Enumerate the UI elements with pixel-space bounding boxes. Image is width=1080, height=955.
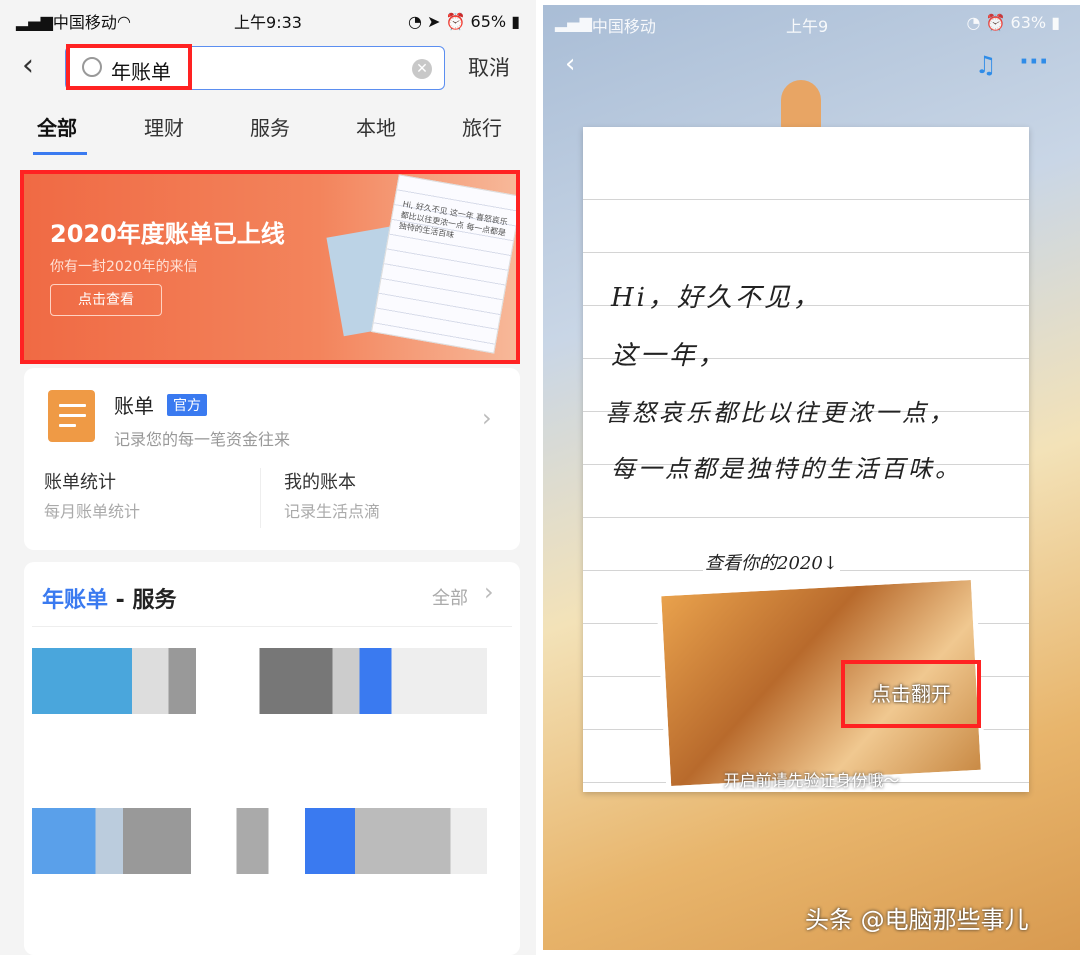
title-highlight: 年账单: [42, 588, 109, 613]
battery: ◔ ⏰ 63% ▮: [966, 13, 1060, 32]
bill-desc: 记录您的每一笔资金往来: [114, 430, 291, 449]
bill-title[interactable]: 账单: [114, 390, 154, 419]
clock: 上午9: [785, 17, 829, 36]
letter-screen: ▂▄▆ 中国移动 上午9 ◔ ⏰ 63% ▮ ‹ ♫ ··· Hi，好久不见， …: [543, 5, 1080, 950]
tab-local[interactable]: 本地: [356, 112, 396, 141]
tab-travel[interactable]: 旅行: [462, 112, 502, 141]
link-title: 我的账本: [284, 472, 356, 493]
status-bar: ▂▄▆ 中国移动 上午9 ◔ ⏰ 63% ▮: [555, 13, 1060, 37]
view-2020-label: 查看你的2020↓: [703, 549, 840, 575]
link-sub: 每月账单统计: [44, 502, 141, 521]
back-button[interactable]: ‹: [565, 49, 575, 79]
music-icon[interactable]: ♫: [975, 51, 997, 79]
divider: [32, 626, 512, 627]
link-title: 账单统计: [44, 472, 116, 493]
more-icon[interactable]: ···: [1019, 47, 1049, 77]
signal-icon: ▂▄▆: [555, 13, 592, 32]
letter-line: 喜怒哀乐都比以往更浓一点，: [605, 399, 956, 427]
banner-title: 2020年度账单已上线: [50, 220, 285, 248]
clock: 上午9:33: [234, 13, 302, 32]
status-bar: ▂▄▆ 中国移动 ◠ 上午9:33 ◔ ➤ ⏰ 65% ▮: [16, 10, 520, 33]
lamp-illustration: [781, 80, 821, 130]
official-badge: 官方: [167, 394, 207, 416]
carrier: 中国移动: [591, 17, 656, 36]
verify-note: 开启前请先验证身份哦～: [723, 771, 900, 790]
letter-line: Hi，好久不见，: [611, 283, 822, 313]
all-services-link[interactable]: 全部: [432, 584, 468, 610]
battery-percent: 63%: [1010, 13, 1047, 32]
tab-bar: 全部 理财 服务 本地 旅行: [0, 112, 536, 158]
tab-all[interactable]: 全部: [37, 112, 77, 141]
bill-card: 账单 官方 记录您的每一笔资金往来 › 账单统计 每月账单统计 我的账本 记录生…: [24, 368, 520, 550]
service-item-pixelated[interactable]: [32, 808, 487, 874]
search-screen: ▂▄▆ 中国移动 ◠ 上午9:33 ◔ ➤ ⏰ 65% ▮ ‹ 年账单 ✕ 取消…: [0, 0, 536, 955]
view-button[interactable]: 点击查看: [50, 284, 162, 316]
chevron-right-icon[interactable]: ›: [482, 404, 492, 432]
banner-subtitle: 你有一封2020年的来信: [50, 259, 198, 275]
active-tab-indicator: [33, 152, 87, 155]
flip-open-button[interactable]: 点击翻开: [841, 660, 981, 728]
service-item-pixelated[interactable]: [32, 648, 487, 714]
tab-services[interactable]: 服务: [250, 112, 290, 141]
watermark: 头条 @电脑那些事儿: [805, 906, 1029, 934]
link-sub: 记录生活点滴: [284, 502, 381, 521]
services-card: 年账单 - 服务 全部 ›: [24, 562, 520, 955]
divider: [260, 468, 261, 528]
letter-line: 每一点都是独特的生活百味。: [611, 455, 962, 483]
cancel-button[interactable]: 取消: [468, 52, 510, 82]
tab-finance[interactable]: 理财: [144, 112, 184, 141]
clear-icon[interactable]: ✕: [412, 59, 432, 79]
back-button[interactable]: ‹: [22, 48, 34, 83]
title-rest: - 服务: [108, 588, 177, 613]
my-ledger-link[interactable]: 我的账本 记录生活点滴: [284, 468, 380, 522]
search-input[interactable]: 年账单 ✕: [65, 46, 445, 90]
letter-line: 这一年，: [611, 341, 728, 371]
bill-icon: [48, 390, 95, 442]
annual-bill-banner[interactable]: 2020年度账单已上线 你有一封2020年的来信 点击查看 Hi, 好久不见 这…: [24, 174, 516, 360]
services-title: 年账单 - 服务: [42, 582, 176, 614]
letter-image: Hi, 好久不见 这一年 喜怒哀乐都比以往更浓一点 每一点都是独特的生活百味: [371, 174, 516, 354]
search-icon: [82, 57, 102, 77]
search-value: 年账单: [111, 60, 171, 84]
bill-stats-link[interactable]: 账单统计 每月账单统计: [44, 468, 140, 522]
chevron-right-icon[interactable]: ›: [484, 578, 494, 606]
